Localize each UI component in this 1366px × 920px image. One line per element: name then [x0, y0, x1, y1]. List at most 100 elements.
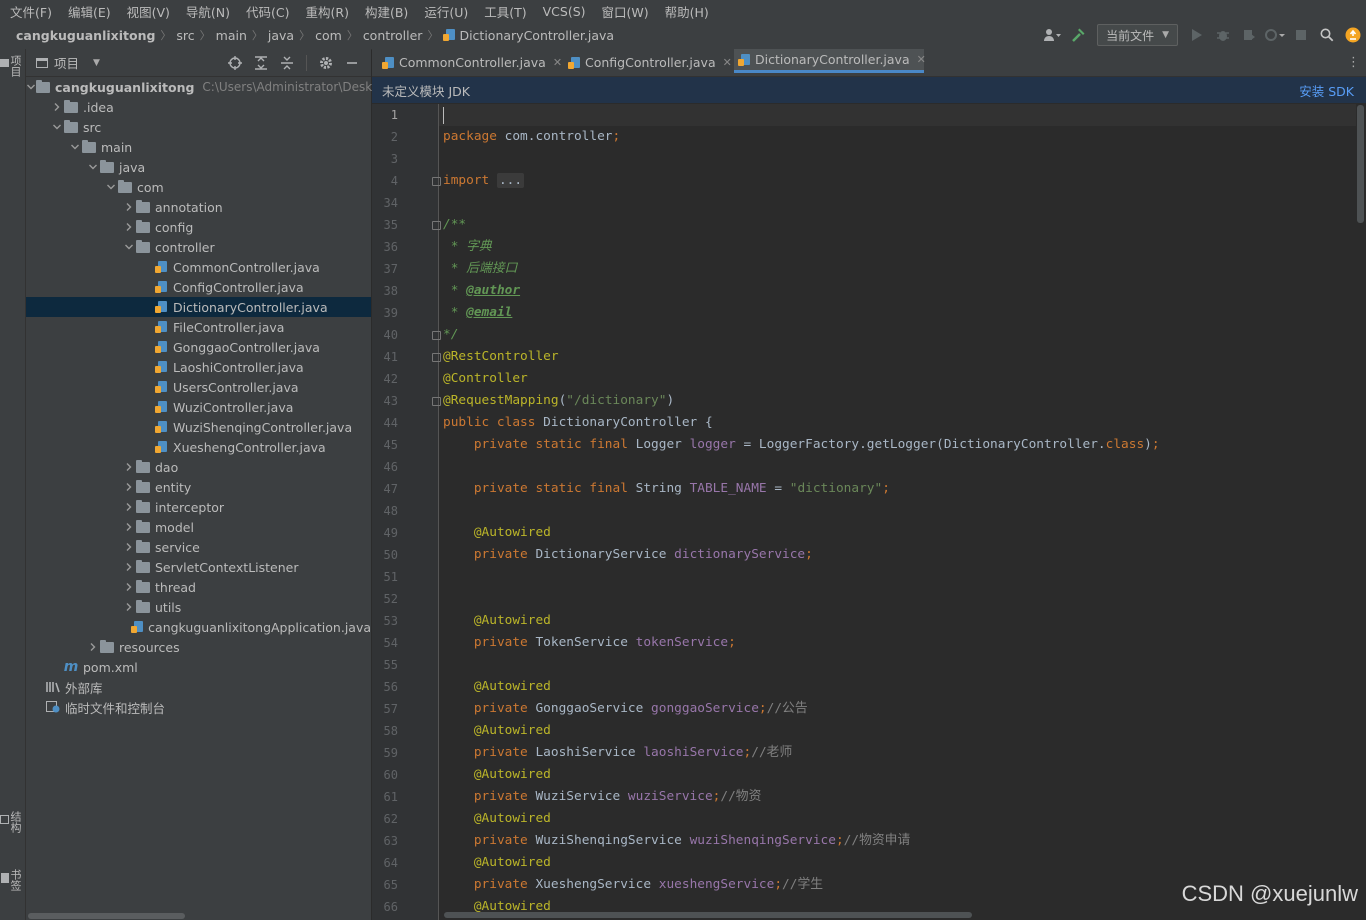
expand-all-icon[interactable] [250, 52, 272, 74]
tree-folder-item[interactable]: utils [26, 597, 371, 617]
tree-folder-item[interactable]: com [26, 177, 371, 197]
breadcrumb-item[interactable]: DictionaryController.java [459, 28, 614, 43]
editor-horizontal-scrollbar[interactable] [444, 912, 972, 918]
editor-tab[interactable]: ConfigController.java ✕ [564, 49, 732, 76]
breadcrumb-item[interactable]: src [176, 28, 194, 43]
project-horizontal-scrollbar[interactable] [28, 913, 185, 919]
tree-file-item[interactable]: ConfigController.java [26, 277, 371, 297]
coverage-icon[interactable] [1238, 24, 1260, 46]
tree-folder-item[interactable]: src [26, 117, 371, 137]
chevron-right-icon[interactable] [122, 497, 136, 517]
profile-icon[interactable] [1264, 24, 1286, 46]
gear-icon[interactable] [315, 52, 337, 74]
menu-item[interactable]: 窗口(W) [592, 2, 655, 21]
project-tool-tab[interactable]: 项目 [0, 55, 22, 77]
collapse-all-icon[interactable] [276, 52, 298, 74]
menu-item[interactable]: 重构(R) [296, 2, 355, 21]
chevron-down-icon[interactable] [122, 237, 136, 257]
menu-item[interactable]: 导航(N) [176, 2, 236, 21]
breadcrumb-item[interactable]: java [268, 28, 294, 43]
run-icon[interactable] [1186, 24, 1208, 46]
ide-update-icon[interactable] [1342, 24, 1364, 46]
chevron-right-icon[interactable] [122, 457, 136, 477]
tree-file-item[interactable]: 临时文件和控制台 [26, 697, 371, 717]
tree-folder-item[interactable]: resources [26, 637, 371, 657]
build-hammer-icon[interactable] [1067, 24, 1089, 46]
tree-file-item[interactable]: UsersController.java [26, 377, 371, 397]
chevron-right-icon[interactable] [86, 637, 100, 657]
tree-folder-item[interactable]: ServletContextListener [26, 557, 371, 577]
tree-folder-item[interactable]: controller [26, 237, 371, 257]
tree-file-item[interactable]: WuziShenqingController.java [26, 417, 371, 437]
tab-actions-icon[interactable]: ⋮ [1347, 55, 1360, 70]
chevron-right-icon[interactable] [122, 577, 136, 597]
install-sdk-link[interactable]: 安装 SDK [1299, 81, 1354, 100]
chevron-right-icon[interactable] [122, 217, 136, 237]
breadcrumb-item[interactable]: main [216, 28, 247, 43]
chevron-right-icon[interactable] [122, 597, 136, 617]
tree-file-item[interactable]: m pom.xml [26, 657, 371, 677]
search-icon[interactable] [1316, 24, 1338, 46]
minimize-icon[interactable] [341, 52, 363, 74]
menu-item[interactable]: VCS(S) [533, 4, 592, 19]
menu-item[interactable]: 编辑(E) [58, 2, 117, 21]
tree-folder-item[interactable]: dao [26, 457, 371, 477]
tree-folder-item[interactable]: entity [26, 477, 371, 497]
tree-file-item[interactable]: 外部库 [26, 677, 371, 697]
tree-file-item[interactable]: XueshengController.java [26, 437, 371, 457]
menu-item[interactable]: 视图(V) [117, 2, 176, 21]
chevron-right-icon[interactable] [122, 197, 136, 217]
breadcrumb-item[interactable]: com [315, 28, 342, 43]
breadcrumb-item[interactable]: controller [363, 28, 423, 43]
tree-file-item[interactable]: FileController.java [26, 317, 371, 337]
editor-vertical-scrollbar[interactable] [1357, 105, 1364, 223]
locate-file-icon[interactable] [224, 52, 246, 74]
folded-imports[interactable]: ... [496, 173, 525, 188]
menu-item[interactable]: 代码(C) [236, 2, 295, 21]
editor-tab[interactable]: DictionaryController.java ✕ [734, 49, 926, 73]
tree-file-item[interactable]: CommonController.java [26, 257, 371, 277]
tree-file-item[interactable]: DictionaryController.java [26, 297, 371, 317]
chevron-right-icon[interactable] [122, 557, 136, 577]
debug-icon[interactable] [1212, 24, 1234, 46]
tree-file-item[interactable]: GonggaoController.java [26, 337, 371, 357]
chevron-down-icon[interactable] [26, 77, 36, 97]
tree-folder-item[interactable]: cangkuguanlixitong C:\Users\Administrator… [26, 77, 384, 97]
run-configuration-dropdown[interactable]: 当前文件 ▼ [1097, 24, 1178, 46]
breadcrumb-item[interactable]: cangkuguanlixitong [16, 28, 155, 43]
chevron-down-icon[interactable] [86, 157, 100, 177]
tree-file-item[interactable]: WuziController.java [26, 397, 371, 417]
chevron-right-icon[interactable] [122, 477, 136, 497]
code-editor[interactable]: package com.controller; import ... /** * 字… [439, 104, 1356, 920]
close-icon[interactable]: ✕ [723, 56, 732, 69]
chevron-down-icon[interactable] [68, 137, 82, 157]
menu-item[interactable]: 工具(T) [474, 2, 532, 21]
editor-tab[interactable]: CommonController.java ✕ [378, 49, 562, 76]
menu-item[interactable]: 构建(B) [355, 2, 414, 21]
close-icon[interactable]: ✕ [553, 56, 562, 69]
project-view-selector[interactable]: 项目 ▼ [36, 49, 100, 76]
tree-folder-item[interactable]: thread [26, 577, 371, 597]
tree-folder-item[interactable]: main [26, 137, 371, 157]
tree-folder-item[interactable]: interceptor [26, 497, 371, 517]
chevron-right-icon[interactable] [122, 517, 136, 537]
close-icon[interactable]: ✕ [917, 53, 926, 66]
tree-file-item[interactable]: cangkuguanlixitongApplication.java [26, 617, 371, 637]
tree-folder-item[interactable]: service [26, 537, 371, 557]
menu-item[interactable]: 运行(U) [414, 2, 474, 21]
bookmarks-tool-tab[interactable]: 书签 [1, 869, 22, 891]
chevron-right-icon[interactable] [50, 97, 64, 117]
stop-icon[interactable] [1290, 24, 1312, 46]
menu-item[interactable]: 帮助(H) [655, 2, 715, 21]
tree-folder-item[interactable]: .idea [26, 97, 371, 117]
chevron-down-icon[interactable] [104, 177, 118, 197]
menu-item[interactable]: 文件(F) [0, 2, 58, 21]
chevron-right-icon[interactable] [122, 537, 136, 557]
tree-file-item[interactable]: LaoshiController.java [26, 357, 371, 377]
structure-tool-tab[interactable]: 结构 [0, 811, 22, 833]
chevron-down-icon[interactable] [50, 117, 64, 137]
tree-folder-item[interactable]: model [26, 517, 371, 537]
tree-folder-item[interactable]: java [26, 157, 371, 177]
tree-folder-item[interactable]: annotation [26, 197, 371, 217]
user-icon[interactable] [1041, 24, 1063, 46]
